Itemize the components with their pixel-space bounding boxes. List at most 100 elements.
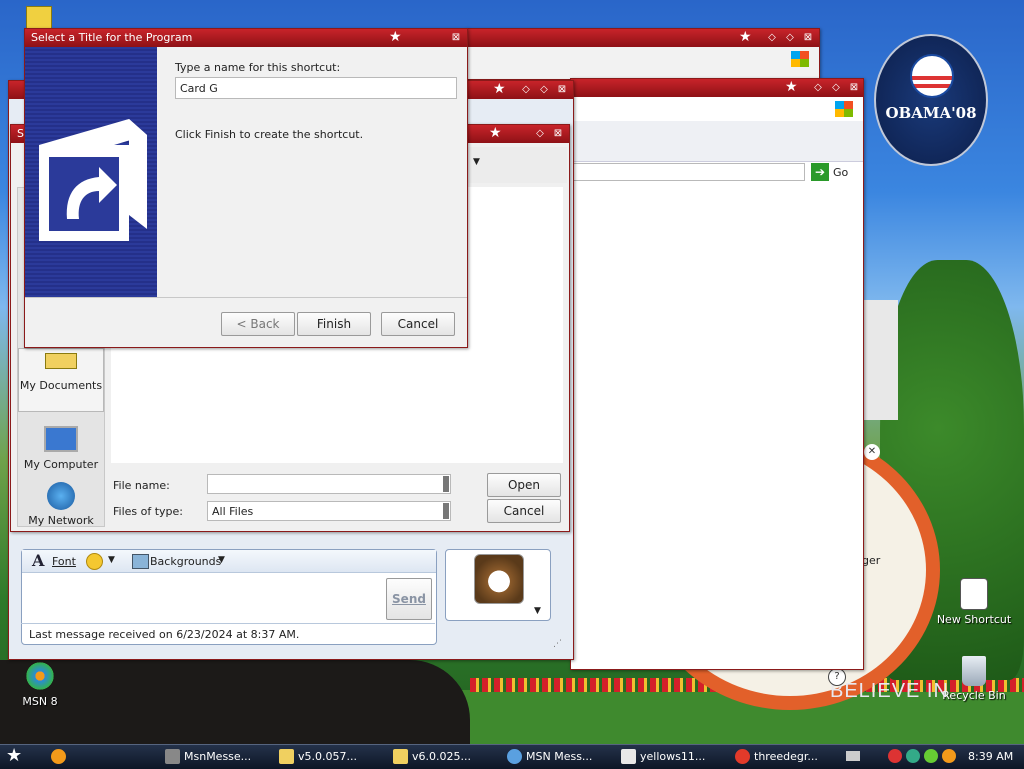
shortcut-arrow-icon [35,115,147,245]
close-icon[interactable]: ⊠ [551,127,565,140]
titlebar[interactable]: Select a Title for the Program ★ ⊠ [25,29,467,47]
close-icon[interactable]: ⊠ [555,83,569,96]
avatar-panel: ▼ [445,549,551,621]
go-arrow-icon[interactable]: ➔ [811,163,829,181]
toolbar-strip [571,121,863,162]
cancel-button[interactable]: Cancel [487,499,561,523]
avatar[interactable] [474,554,524,604]
go-button[interactable]: Go [833,166,848,179]
obama-logo-icon [910,54,954,98]
taskbar-item[interactable]: v5.0.057... [276,747,386,767]
chevron-down-icon[interactable]: ▼ [473,157,480,167]
tray-icon[interactable] [924,749,938,763]
clock: 8:39 AM [968,750,1014,763]
backgrounds-button[interactable]: Backgrounds [150,555,221,568]
taskbar-item-label: yellows11... [640,750,706,763]
believe-banner: BELIEVE IN [830,680,949,702]
minimize-icon[interactable]: ◇ [765,31,779,44]
taskbar-item[interactable]: v6.0.025... [390,747,500,767]
taskbar: ★ MsnMesse... v5.0.057... v6.0.025... MS… [0,744,1024,769]
white-house [862,300,898,420]
shortcut-name-prompt: Type a name for this shortcut: [175,61,341,74]
address-bar[interactable] [573,163,805,181]
wizard-banner [25,47,157,297]
shortcut-wizard-dialog[interactable]: Select a Title for the Program ★ ⊠ Type … [24,28,468,348]
finish-button[interactable]: Finish [297,312,371,336]
keyboard-icon[interactable] [846,751,860,761]
close-icon[interactable]: ⊠ [449,31,463,44]
resize-grip-icon[interactable]: ⋰ [553,639,562,649]
taskbar-item[interactable]: yellows11... [618,747,728,767]
recycle-bin-icon [962,656,986,686]
back-button[interactable]: < Back [221,312,295,336]
app-icon [735,749,750,764]
start-star-icon[interactable]: ★ [6,745,22,766]
tray-icons [888,749,958,765]
taskbar-search[interactable] [48,747,158,767]
minimize-icon[interactable]: ◇ [519,83,533,96]
close-orb-icon[interactable]: ✕ [864,444,880,460]
maximize-icon[interactable]: ◇ [829,81,843,94]
minimize-icon[interactable]: ◇ [811,81,825,94]
text-file-icon [621,749,636,764]
my-network-icon [47,482,75,510]
msn-butterfly-icon [24,660,56,692]
file-name-dropdown[interactable] [443,476,449,492]
places-my-network[interactable]: My Network [18,480,104,527]
taskbar-item[interactable]: MsnMesse... [162,747,272,767]
tray-icon[interactable] [888,749,902,763]
divider [25,297,467,298]
taskbar-item-label: MSN Mess... [526,750,593,763]
chevron-down-icon[interactable]: ▼ [108,555,115,565]
font-icon[interactable]: A [32,551,44,570]
chevron-down-icon[interactable]: ▼ [534,606,541,616]
titlebar[interactable]: ★ ◇ ◇ ⊠ [571,79,863,97]
font-button[interactable]: Font [52,555,76,568]
places-label: My Documents [19,379,103,392]
send-button[interactable]: Send [386,578,432,620]
windows-flag-icon [791,51,809,67]
files-of-type-dropdown[interactable] [443,503,449,519]
cancel-button[interactable]: Cancel [381,312,455,336]
msn-icon [165,749,180,764]
places-my-documents[interactable]: My Documents [18,348,104,412]
taskbar-item[interactable]: threedegr... [732,747,832,767]
compose-toolbar: A Font ▼ Backgrounds ▼ [22,550,436,573]
last-message-status: Last message received on 6/23/2024 at 8:… [29,628,300,641]
places-my-computer[interactable]: My Computer [18,412,104,476]
obama-badge: OBAMA'08 [874,34,988,166]
browser-window[interactable]: ★ ◇ ◇ ⊠ ➔ Go [570,78,864,670]
tray-icon[interactable] [906,749,920,763]
side-text: ger [862,554,881,567]
maximize-icon[interactable]: ◇ [783,31,797,44]
close-icon[interactable]: ⊠ [847,81,861,94]
taskbar-item-label: v5.0.057... [298,750,357,763]
emoticon-icon[interactable] [86,553,103,570]
open-button[interactable]: Open [487,473,561,497]
titlebar[interactable]: ★ ◇ ◇ ⊠ [467,29,819,47]
desktop-icon-msn8[interactable]: MSN 8 [0,660,80,708]
status-bar: Last message received on 6/23/2024 at 8:… [21,623,435,644]
shortcut-file-icon [960,578,988,610]
maximize-icon[interactable]: ◇ [533,127,547,140]
desktop-icon-new-shortcut[interactable]: New Shortcut [934,578,1014,626]
file-name-input[interactable] [207,474,451,494]
files-of-type-select[interactable]: All Files [207,501,451,521]
chevron-down-icon[interactable]: ▼ [218,555,225,565]
taskbar-item-label: v6.0.025... [412,750,471,763]
desktop-icon-label: New Shortcut [936,613,1012,626]
background-window-1[interactable]: ★ ◇ ◇ ⊠ [466,28,820,80]
close-icon[interactable]: ⊠ [801,31,815,44]
my-documents-icon [45,353,77,369]
maximize-icon[interactable]: ◇ [537,83,551,96]
places-label: My Computer [23,458,99,471]
shortcut-name-input[interactable]: Card G [175,77,457,99]
folder-icon [393,749,408,764]
help-icon[interactable]: ? [828,668,846,686]
file-name-label: File name: [113,479,170,492]
desktop-icon-label: MSN 8 [22,695,58,708]
search-icon[interactable] [942,749,956,763]
taskbar-item[interactable]: MSN Mess... [504,747,614,767]
backgrounds-icon[interactable] [132,554,149,569]
windows-flag-icon [835,101,853,117]
